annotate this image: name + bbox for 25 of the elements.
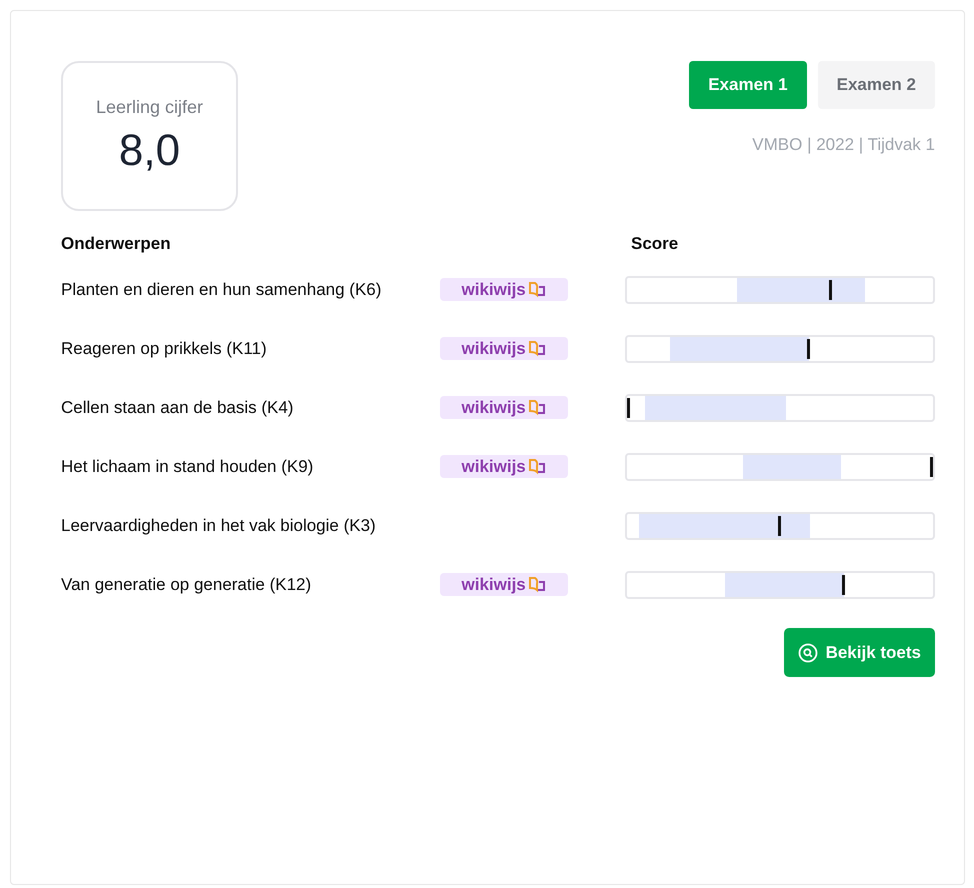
column-header: Onderwerpen <box>61 234 171 253</box>
topic-name: Cellen staan aan de basis (K4) <box>61 398 294 416</box>
column-header: Score <box>631 234 678 254</box>
grade-label: Leerling cijfer <box>96 96 204 118</box>
exam-tab[interactable]: Examen 1 <box>689 61 807 109</box>
exam-info: VMBO | 2022 | Tijdvak 1 <box>752 135 935 155</box>
topic-name: Reageren op prikkels (K11) <box>61 338 267 358</box>
topic-name: Planten en dieren en hun samenhang (K6) <box>61 280 382 298</box>
topic-name: Leervaardigheden in het vak biologie (K3) <box>61 516 376 534</box>
wikiwijs-link[interactable]: wikiwijs <box>440 455 568 478</box>
book-icon <box>528 399 546 416</box>
wikiwijs-link[interactable]: wikiwijs <box>440 337 568 360</box>
view-test-button[interactable]: Bekijk toets <box>784 628 935 677</box>
wikiwijs-link[interactable]: wikiwijs <box>440 573 568 596</box>
topic-name: Het lichaam in stand houden (K9) <box>61 456 314 476</box>
wikiwijs-link[interactable]: wikiwijs <box>440 396 568 419</box>
wikiwijs-link[interactable]: wikiwijs <box>440 278 568 301</box>
book-icon <box>528 281 546 298</box>
book-icon <box>528 340 546 357</box>
book-icon <box>528 458 546 475</box>
search-icon <box>798 642 818 662</box>
topic-name: Van generatie op generatie (K12) <box>61 574 312 594</box>
exam-tab[interactable]: Examen 2 <box>818 61 935 109</box>
book-icon <box>528 576 546 593</box>
grade-value: 8,0 <box>118 126 180 176</box>
